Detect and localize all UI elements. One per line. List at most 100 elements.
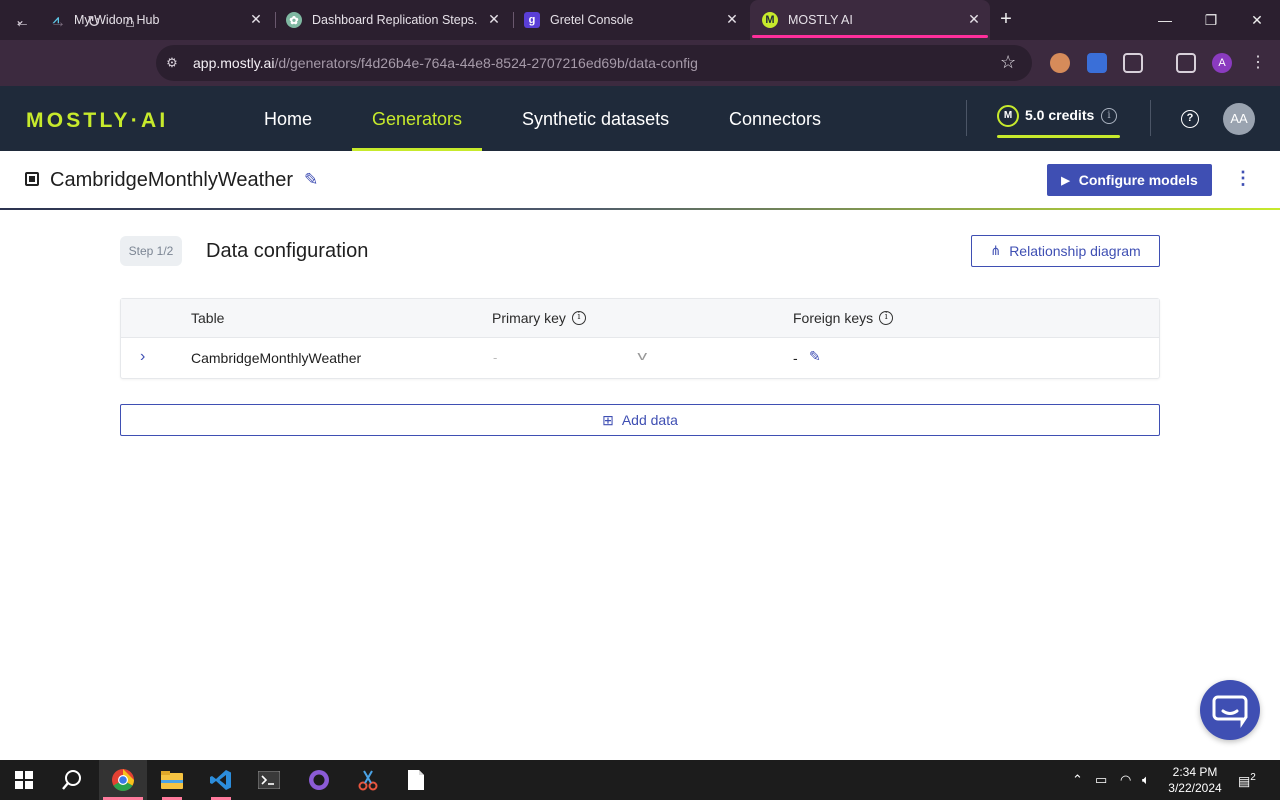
magnifier-icon <box>62 770 81 790</box>
relationship-diagram-label: Relationship diagram <box>1009 243 1141 259</box>
minimize-button[interactable]: — <box>1142 0 1188 40</box>
windows-logo-icon <box>15 771 33 789</box>
configure-models-label: Configure models <box>1078 172 1198 188</box>
chat-support-button[interactable] <box>1200 680 1260 740</box>
user-avatar[interactable]: AA <box>1223 103 1255 135</box>
edit-name-icon[interactable]: ✎ <box>304 170 318 190</box>
vscode-taskbar-icon[interactable] <box>197 760 245 800</box>
home-icon[interactable]: ⌂ <box>118 11 142 35</box>
restore-button[interactable]: ❐ <box>1188 0 1234 40</box>
column-header-primary-key: Primary key i <box>492 310 586 326</box>
clock-time: 2:34 PM <box>1172 765 1218 779</box>
header-divider <box>1150 100 1151 136</box>
start-button[interactable] <box>0 760 48 800</box>
relationship-diagram-button[interactable]: ⋔ Relationship diagram <box>971 235 1160 267</box>
nav-connectors[interactable]: Connectors <box>729 109 821 130</box>
github-desktop-taskbar-icon[interactable] <box>295 760 343 800</box>
nav-generators[interactable]: Generators <box>372 109 462 130</box>
header-divider <box>966 100 967 136</box>
configure-models-button[interactable]: ▶ Configure models <box>1047 164 1212 196</box>
expand-row-icon[interactable]: › <box>140 348 145 366</box>
terminal-taskbar-icon[interactable] <box>245 760 293 800</box>
close-window-button[interactable]: ✕ <box>1234 0 1280 40</box>
extension-icon[interactable] <box>1087 53 1107 73</box>
clock-date: 3/22/2024 <box>1168 781 1222 795</box>
browser-tab-mostly-ai[interactable]: M MOSTLY AI ✕ <box>750 0 990 40</box>
battery-icon[interactable]: ▭ <box>1095 772 1107 788</box>
terminal-icon <box>258 771 280 789</box>
reload-icon[interactable]: ↻ <box>82 11 106 35</box>
new-tab-button[interactable]: + <box>994 8 1018 32</box>
chrome-icon <box>112 769 134 791</box>
nav-home[interactable]: Home <box>264 109 312 130</box>
chrome-taskbar-icon[interactable] <box>99 760 147 800</box>
play-icon: ▶ <box>1061 174 1070 187</box>
tab-divider <box>275 12 276 28</box>
browser-profile-avatar[interactable]: A <box>1212 53 1232 73</box>
step-badge: Step 1/2 <box>120 236 182 266</box>
gretel-icon: g <box>524 12 540 28</box>
close-tab-icon[interactable]: ✕ <box>724 11 740 27</box>
mostly-ai-logo[interactable]: MOSTLY·AI <box>26 109 168 133</box>
column-label: Table <box>191 310 225 326</box>
folder-icon <box>161 771 183 789</box>
bookmark-star-icon[interactable]: ☆ <box>1000 52 1016 73</box>
table-header <box>121 299 1159 338</box>
close-tab-icon[interactable]: ✕ <box>966 11 982 27</box>
browser-tab-dashboard[interactable]: ✿ Dashboard Replication Steps. ✕ <box>278 6 510 34</box>
generator-chip-icon <box>25 172 39 186</box>
vscode-icon <box>210 770 231 790</box>
notifications-icon[interactable]: ▤2 <box>1238 772 1256 789</box>
info-icon[interactable]: i <box>1101 108 1117 124</box>
document-icon <box>408 770 424 790</box>
volume-icon[interactable]: 🔈︎ <box>1142 772 1150 788</box>
wifi-icon[interactable]: ◠ <box>1120 772 1131 788</box>
browser-tab-widom-hub[interactable]: ⩘ My Widom Hub ✕ <box>40 6 272 34</box>
info-icon[interactable]: i <box>571 311 586 325</box>
side-panel-icon[interactable] <box>1176 53 1196 73</box>
credits-balance[interactable]: 5.0 credits <box>1025 107 1094 123</box>
close-tab-icon[interactable]: ✕ <box>486 11 502 27</box>
chevron-up-icon[interactable]: ⌃ <box>1072 772 1083 788</box>
tab-divider <box>513 12 514 28</box>
generator-bar-divider <box>0 208 1280 210</box>
system-clock[interactable]: 2:34 PM 3/22/2024 <box>1166 764 1224 796</box>
table-name-cell[interactable]: CambridgeMonthlyWeather <box>191 350 361 366</box>
more-options-icon[interactable]: ⋮ <box>1234 169 1252 187</box>
url-host: app.mostly.ai <box>193 55 275 71</box>
chatgpt-icon: ✿ <box>286 12 302 28</box>
help-icon[interactable]: ? <box>1181 110 1199 128</box>
column-label: Primary key <box>492 310 566 326</box>
foreign-keys-value: - <box>793 350 798 366</box>
notepad-taskbar-icon[interactable] <box>392 760 440 800</box>
browser-tab-gretel[interactable]: g Gretel Console ✕ <box>516 6 748 34</box>
browser-menu-icon[interactable]: ⋮ <box>1250 52 1266 72</box>
tables-grid: Table Primary key i Foreign keys i › Cambr… <box>120 298 1160 379</box>
extensions-puzzle-icon[interactable] <box>1123 53 1143 73</box>
nav-synthetic-datasets[interactable]: Synthetic datasets <box>522 109 669 130</box>
file-explorer-taskbar-icon[interactable] <box>148 760 196 800</box>
close-tab-icon[interactable]: ✕ <box>248 11 264 27</box>
column-header-table: Table <box>191 310 224 326</box>
chat-icon <box>1212 695 1248 728</box>
credits-icon: M <box>997 105 1019 127</box>
primary-key-select[interactable]: - <box>493 350 497 365</box>
url-path: /d/generators/f4d26b4e-764a-44e8-8524-27… <box>274 55 698 71</box>
mostly-ai-icon: M <box>762 12 778 28</box>
back-icon[interactable]: ← <box>10 11 34 35</box>
url-text[interactable]: app.mostly.ai/d/generators/f4d26b4e-764a… <box>193 55 698 71</box>
site-info-icon[interactable]: ⚙ <box>164 55 180 71</box>
tab-title: MOSTLY AI <box>788 13 853 27</box>
forward-icon[interactable]: → <box>46 11 70 35</box>
column-header-foreign-keys: Foreign keys i <box>793 310 894 326</box>
info-icon[interactable]: i <box>879 311 894 325</box>
extension-icon[interactable] <box>1050 53 1070 73</box>
edit-foreign-keys-icon[interactable]: ✎ <box>809 348 821 365</box>
tab-title: Gretel Console <box>550 13 634 27</box>
search-icon[interactable] <box>48 760 96 800</box>
github-icon <box>309 770 329 790</box>
credits-progress-bar <box>997 135 1120 138</box>
snipping-tool-taskbar-icon[interactable] <box>344 760 392 800</box>
add-data-button[interactable]: ⊞ Add data <box>120 404 1160 436</box>
chevron-down-icon[interactable]: v <box>637 348 647 363</box>
